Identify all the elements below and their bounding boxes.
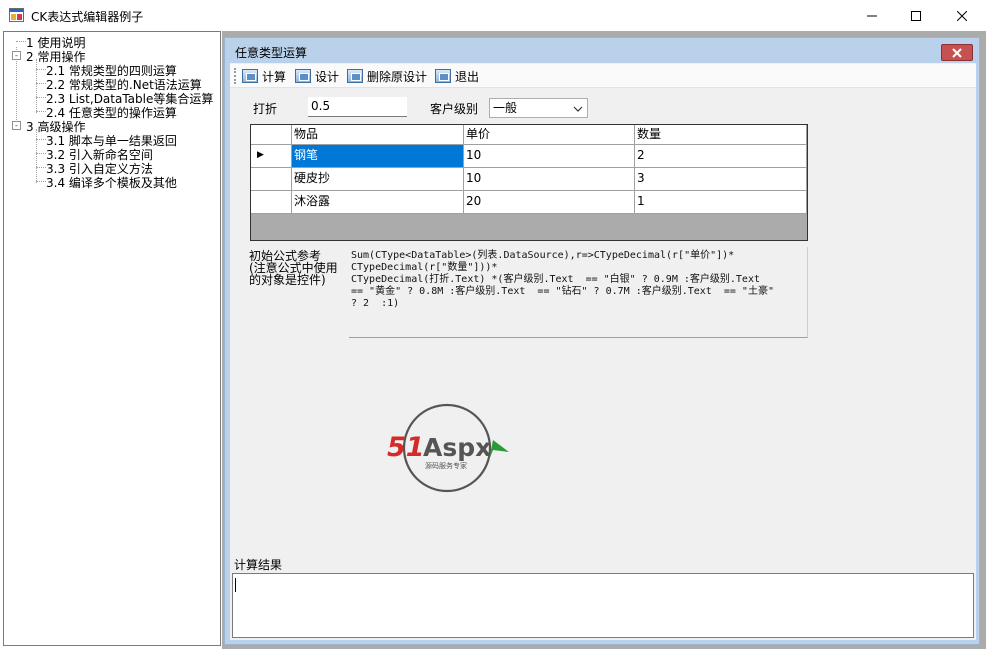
grid-corner-header — [251, 125, 292, 145]
current-row-icon: ▶ — [257, 150, 264, 160]
logo-tagline: 源码服务专家 — [425, 461, 467, 470]
tree-line — [36, 111, 46, 112]
result-label: 计算结果 — [234, 558, 283, 572]
items-grid[interactable]: 物品 单价 数量 ▶ 钢笔 10 2 硬皮抄 10 3 沐浴露 20 1 — [250, 124, 808, 241]
delete-design-button[interactable]: 删除原设计 — [347, 67, 427, 85]
tree-node-3-4[interactable]: 3.4 编译多个模板及其他 — [46, 174, 177, 191]
grid-cell[interactable]: 沐浴露 — [292, 191, 464, 214]
close-icon — [952, 48, 962, 58]
minimize-icon — [867, 15, 877, 16]
grid-cell[interactable]: 10 — [464, 168, 635, 191]
row-header[interactable] — [251, 168, 292, 191]
grid-cell[interactable]: 20 — [464, 191, 635, 214]
grid-cell[interactable]: 10 — [464, 145, 635, 168]
close-button[interactable] — [939, 0, 985, 31]
logo-number: 51 — [387, 432, 425, 463]
result-textbox[interactable] — [232, 573, 974, 638]
tree-line — [36, 97, 46, 98]
exit-label: 退出 — [455, 69, 480, 84]
customer-level-select[interactable]: 一般 — [489, 98, 588, 118]
tree-line — [36, 139, 46, 140]
customer-level-label: 客户级别 — [430, 102, 479, 116]
column-header-quantity[interactable]: 数量 — [635, 125, 807, 145]
child-window-title: 任意类型运算 — [235, 46, 308, 60]
discount-input[interactable]: 0.5 — [308, 97, 407, 117]
formula-reference-label: 初始公式参考 (注意公式中使用的对象是控件) — [249, 249, 338, 287]
formula-textbox[interactable]: Sum(CType<DataTable>(列表.DataSource),r=>C… — [349, 247, 808, 338]
grid-cell[interactable]: 硬皮抄 — [292, 168, 464, 191]
tree-line — [36, 167, 46, 168]
tree-line — [36, 83, 46, 84]
row-header[interactable] — [251, 191, 292, 214]
image-icon — [347, 69, 363, 83]
tree-collapse-toggle[interactable]: - — [12, 51, 21, 60]
delete-design-label: 删除原设计 — [367, 69, 428, 84]
row-header[interactable]: ▶ — [251, 145, 292, 168]
tree-line — [36, 59, 37, 113]
tree-line — [16, 41, 26, 42]
maximize-button[interactable] — [893, 0, 939, 31]
tree-collapse-toggle[interactable]: - — [12, 121, 21, 130]
image-icon — [435, 69, 451, 83]
tree-line — [36, 69, 46, 70]
tree-line — [36, 129, 37, 183]
title-bar: CK表达式编辑器例子 — [0, 0, 986, 31]
toolbar — [230, 64, 976, 88]
maximize-icon — [911, 10, 921, 21]
column-header-price[interactable]: 单价 — [464, 125, 635, 145]
chevron-down-icon — [573, 106, 583, 112]
image-icon — [242, 69, 258, 83]
51aspx-logo: 51 Aspx 源码服务专家 — [387, 403, 509, 493]
calculate-label: 计算 — [262, 69, 287, 84]
column-header-item[interactable]: 物品 — [292, 125, 464, 145]
discount-label: 打折 — [253, 102, 278, 116]
navigation-tree[interactable]: - - 1 使用说明 2 常用操作 2.1 常规类型的四则运算 2.2 常规类型… — [3, 31, 221, 646]
toolbar-grip[interactable] — [234, 68, 237, 84]
design-label: 设计 — [315, 69, 340, 84]
app-icon — [9, 8, 24, 22]
grid-cell[interactable]: 3 — [635, 168, 807, 191]
grid-cell[interactable]: 钢笔 — [292, 145, 464, 168]
tree-line — [36, 153, 46, 154]
grid-cell[interactable]: 1 — [635, 191, 807, 214]
calculate-button[interactable]: 计算 — [242, 67, 286, 85]
minimize-button[interactable] — [849, 0, 895, 31]
window-title: CK表达式编辑器例子 — [31, 10, 144, 24]
close-icon — [957, 10, 967, 21]
customer-level-value: 一般 — [493, 101, 518, 115]
child-close-button[interactable] — [941, 44, 973, 61]
grid-cell[interactable]: 2 — [635, 145, 807, 168]
logo-text: Aspx — [423, 433, 491, 462]
tree-line — [36, 181, 46, 182]
text-caret — [235, 578, 236, 592]
image-icon — [295, 69, 311, 83]
exit-button[interactable]: 退出 — [435, 67, 479, 85]
design-button[interactable]: 设计 — [295, 67, 339, 85]
